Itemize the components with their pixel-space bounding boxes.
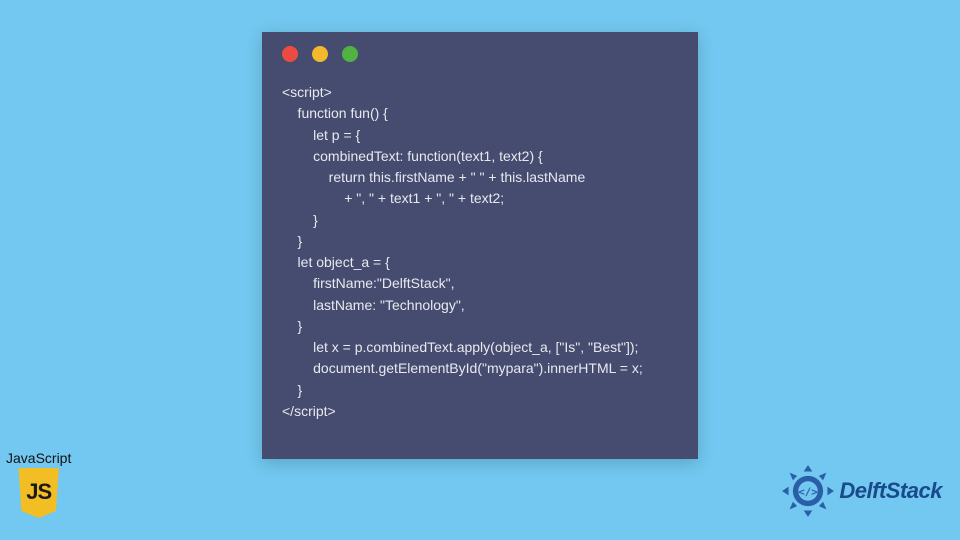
close-icon (282, 46, 298, 62)
window-titlebar (262, 32, 698, 76)
code-window: <script> function fun() { let p = { comb… (262, 32, 698, 459)
minimize-icon (312, 46, 328, 62)
delftstack-brand-text: DelftStack (839, 478, 942, 504)
javascript-shield-icon: JS (15, 468, 63, 518)
code-block: <script> function fun() { let p = { comb… (262, 76, 698, 442)
svg-text:</>: </> (799, 485, 819, 498)
delftstack-gear-icon: </> (781, 464, 835, 518)
delftstack-logo: </> DelftStack (781, 464, 942, 518)
javascript-label: JavaScript (6, 450, 71, 466)
javascript-badge: JavaScript JS (6, 450, 71, 518)
javascript-shield-text: JS (26, 479, 51, 505)
zoom-icon (342, 46, 358, 62)
